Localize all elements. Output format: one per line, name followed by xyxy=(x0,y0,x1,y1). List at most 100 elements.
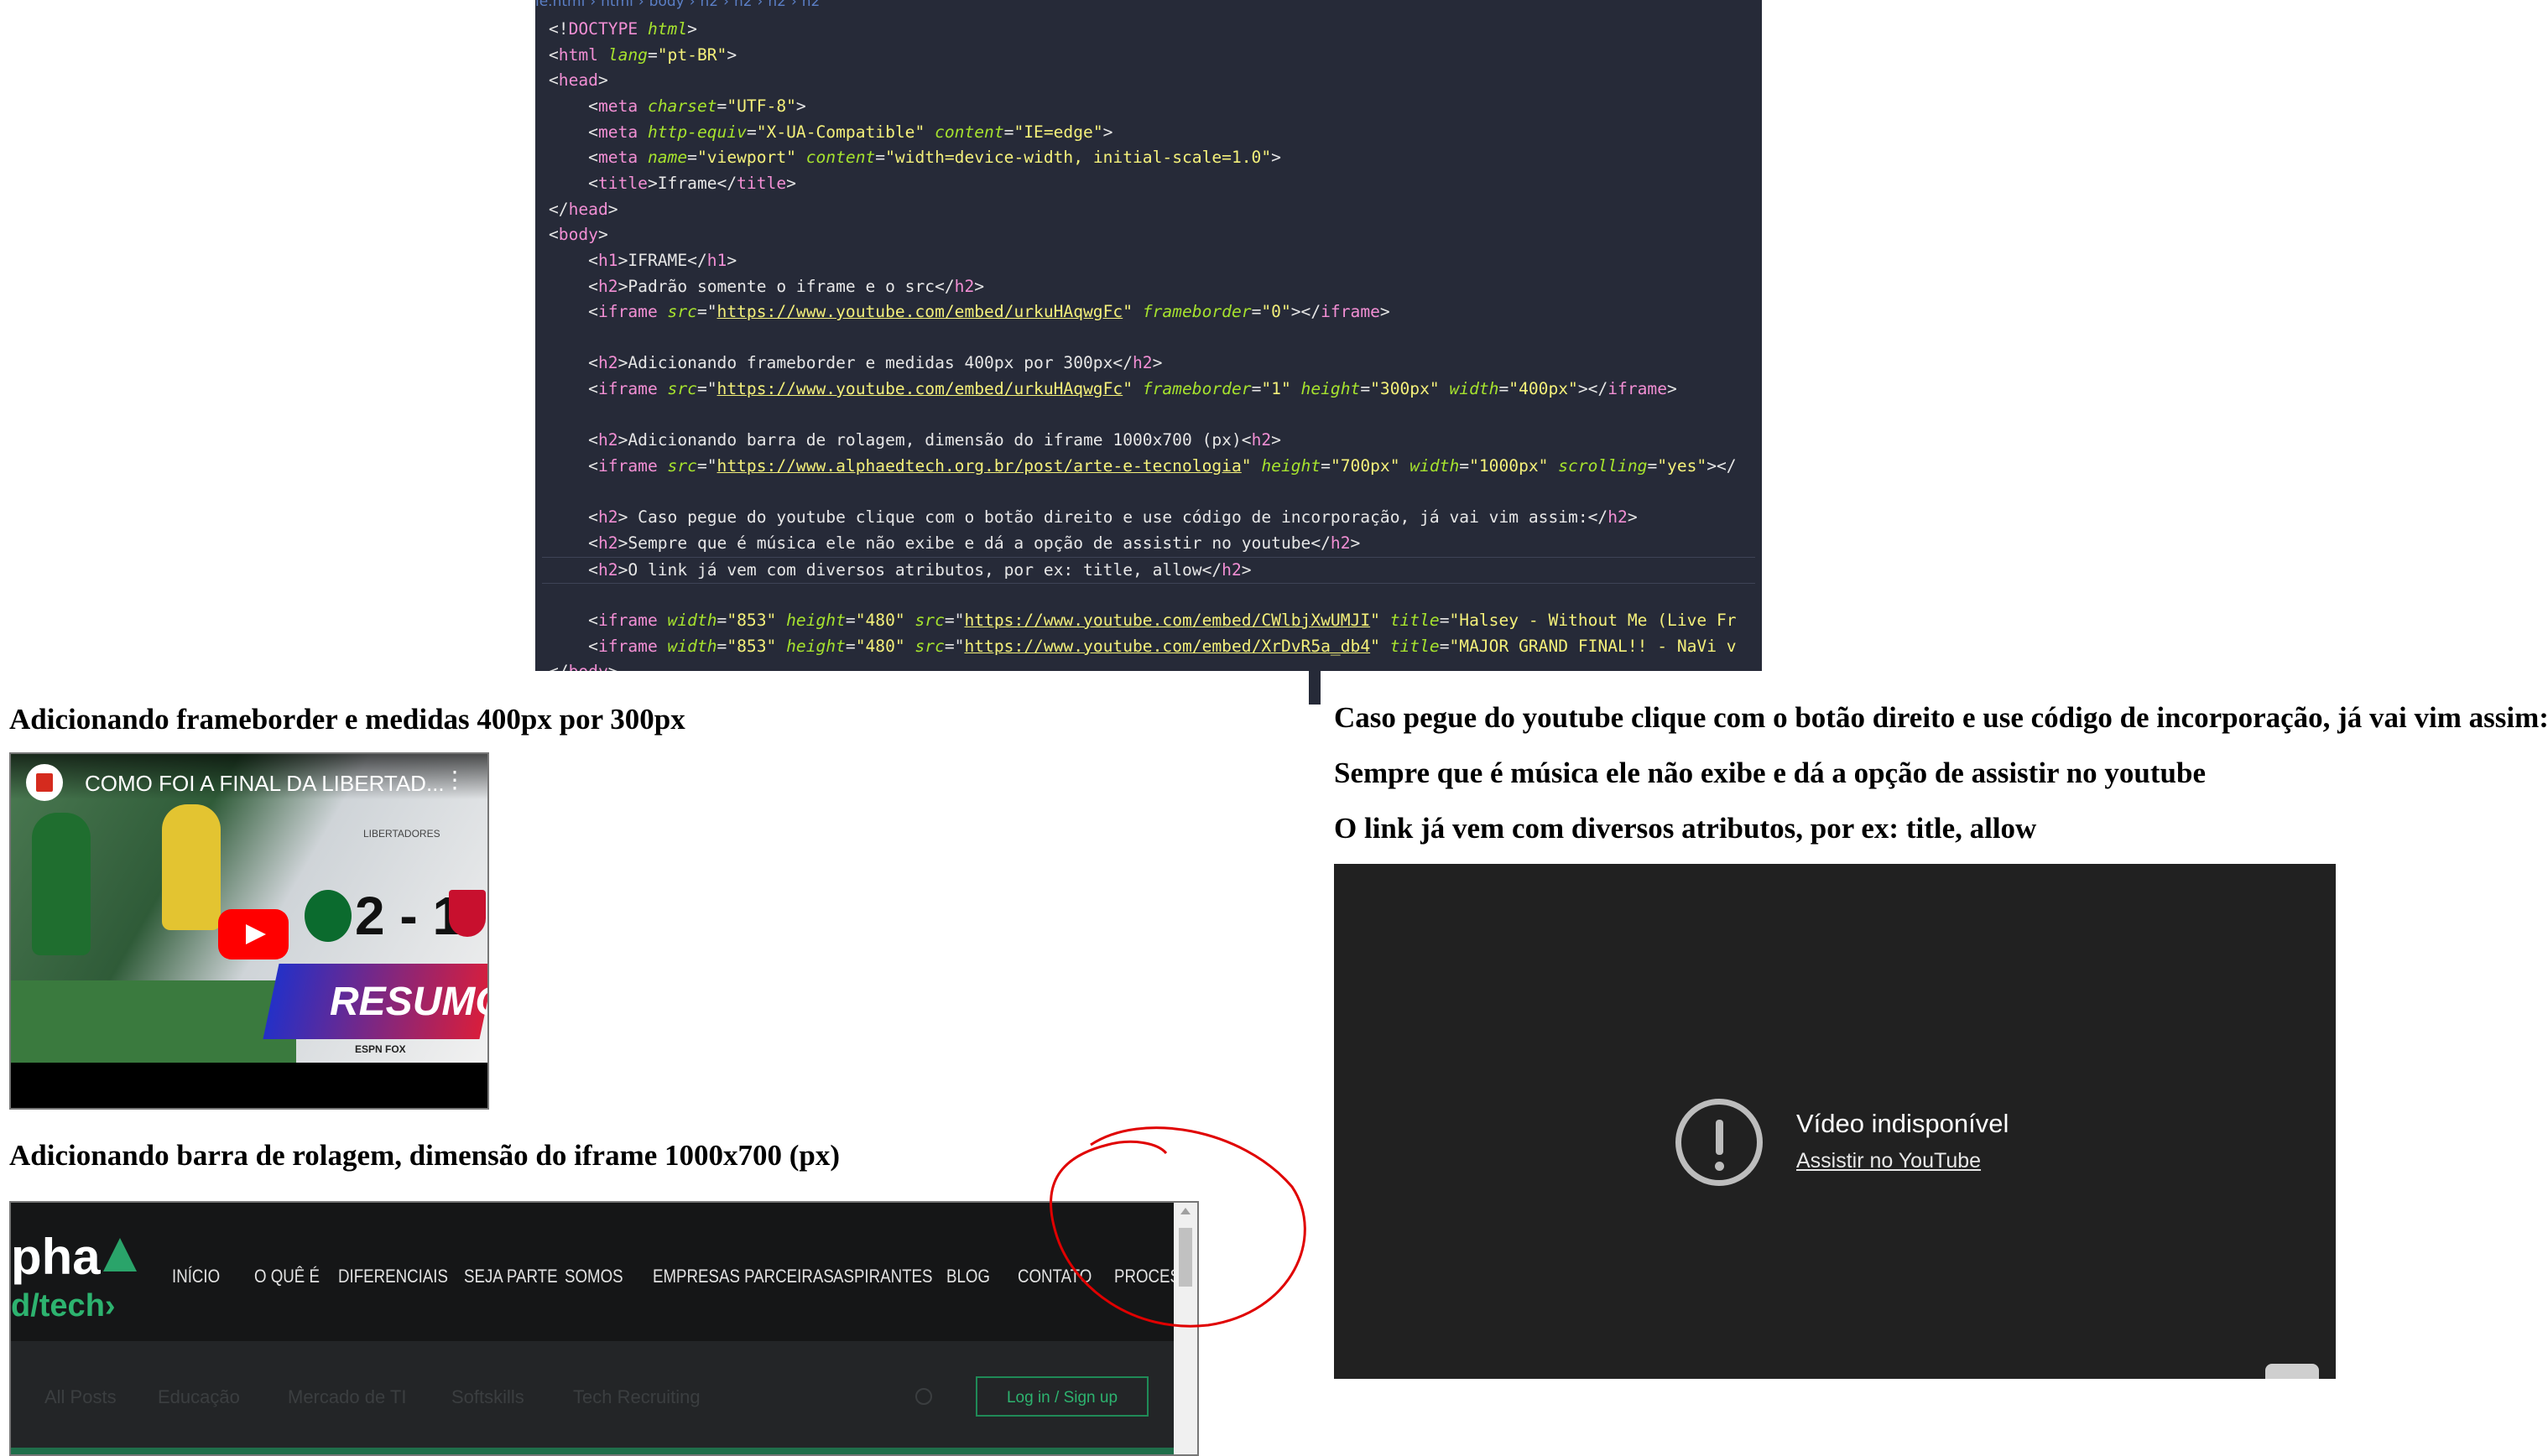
code-token: h2 xyxy=(597,353,618,373)
heading-attributes: O link já vem com diversos atributos, po… xyxy=(1334,812,2037,845)
code-line[interactable]: </body> xyxy=(549,659,618,671)
breadcrumb-separator-icon: › xyxy=(790,0,797,10)
breadcrumb-item[interactable]: h2 xyxy=(802,0,821,10)
code-token: ></ xyxy=(1706,456,1737,476)
breadcrumb-item[interactable]: body xyxy=(649,0,685,10)
code-line[interactable]: <h2>Adicionando frameborder e medidas 40… xyxy=(549,351,1162,376)
site-nav-item[interactable]: DIFERENCIAIS xyxy=(338,1266,448,1287)
code-token: > xyxy=(608,662,618,671)
code-token: > xyxy=(974,276,985,296)
heading-frameborder: Adicionando frameborder e medidas 400px … xyxy=(9,703,685,736)
code-line[interactable]: <meta charset="UTF-8"> xyxy=(549,94,806,119)
breadcrumb-item[interactable]: h2 xyxy=(768,0,786,10)
code-token: https://www.youtube.com/embed/urkuHAqwgF… xyxy=(716,302,1123,322)
code-token: < xyxy=(549,250,598,270)
code-token: = xyxy=(1251,379,1262,399)
code-token: < xyxy=(549,173,598,193)
code-line[interactable]: <iframe src="https://www.alphaedtech.org… xyxy=(549,454,1737,479)
search-icon[interactable] xyxy=(915,1388,932,1405)
code-token: = xyxy=(687,148,697,168)
youtube-embed-frame[interactable]: LIBERTADORES 2 - 1 RESUMO ESPN FOX COMO … xyxy=(9,752,489,1110)
code-line[interactable]: <iframe width="853" height="480" src="ht… xyxy=(549,634,1737,659)
blog-category-bar: All Posts Educação Mercado de TI Softskills… xyxy=(11,1341,1174,1454)
code-line[interactable]: <h2> Caso pegue do youtube clique com o … xyxy=(549,505,1637,530)
blog-category-item[interactable]: Tech Recruiting xyxy=(573,1386,701,1408)
blog-category-item[interactable]: Educação xyxy=(158,1386,240,1408)
breadcrumb-item[interactable]: h2 xyxy=(701,0,719,10)
code-token: html xyxy=(638,19,688,39)
code-token: frameborder xyxy=(1133,379,1252,399)
breadcrumb-item[interactable]: html xyxy=(601,0,633,10)
breadcrumb-item[interactable]: le.html xyxy=(535,0,585,10)
video-title[interactable]: COMO FOI A FINAL DA LIBERTAD... xyxy=(85,771,445,797)
code-line[interactable]: <iframe src="https://www.youtube.com/emb… xyxy=(549,377,1677,402)
code-token: iframe xyxy=(1607,379,1668,399)
code-line[interactable]: <h2>Padrão somente o iframe e o src</h2> xyxy=(549,274,984,299)
code-line[interactable]: <!DOCTYPE html> xyxy=(549,17,697,42)
site-nav-item[interactable]: INÍCIO xyxy=(172,1266,220,1287)
code-token: h2 xyxy=(597,559,618,580)
pitch-area xyxy=(11,980,296,1063)
code-token: = xyxy=(1647,456,1658,476)
code-line[interactable]: <meta name="viewport" content="width=dev… xyxy=(549,145,1281,170)
site-logo[interactable]: pha xyxy=(11,1228,101,1286)
code-token: "480" xyxy=(855,636,905,656)
code-token: = xyxy=(1498,379,1509,399)
code-token: "300px" xyxy=(1370,379,1440,399)
code-token: < xyxy=(549,610,598,630)
code-line[interactable]: <meta http-equiv="X-UA-Compatible" conte… xyxy=(549,120,1112,145)
code-token: h2 xyxy=(954,276,975,296)
code-token: = xyxy=(716,610,727,630)
code-line[interactable]: <h1>IFRAME</h1> xyxy=(549,248,737,273)
code-token: = xyxy=(1439,610,1450,630)
more-options-icon[interactable]: ⋮ xyxy=(443,766,466,793)
code-token: "MAJOR GRAND FINAL!! - NaVi v xyxy=(1449,636,1737,656)
code-line[interactable]: </head> xyxy=(549,197,618,222)
code-token: width xyxy=(657,636,717,656)
code-line[interactable]: <h2>Sempre que é música ele não exibe e … xyxy=(549,531,1360,556)
code-line[interactable]: <iframe width="853" height="480" src="ht… xyxy=(549,608,1736,633)
code-token: h1 xyxy=(706,250,727,270)
code-token: https://www.youtube.com/embed/CWlbjXwUMJ… xyxy=(964,610,1371,630)
code-token: = xyxy=(1003,122,1014,142)
code-token: iframe xyxy=(1321,302,1380,322)
site-nav-item[interactable]: ASPIRANTES xyxy=(833,1266,932,1287)
code-line[interactable]: <h2>Adicionando barra de rolagem, dimens… xyxy=(549,428,1281,453)
code-token: "853" xyxy=(727,636,777,656)
code-token: = xyxy=(1459,456,1470,476)
youtube-logo-icon[interactable] xyxy=(2265,1364,2319,1379)
alphaedtech-embed-frame[interactable]: pha d/tech› INÍCIO O QUÊ É DIFERENCIAIS SEJ… xyxy=(9,1201,1199,1456)
watch-on-youtube-link[interactable]: Assistir no YouTube xyxy=(1796,1149,1981,1173)
play-button-icon[interactable] xyxy=(218,909,289,959)
code-line[interactable]: <html lang="pt-BR"> xyxy=(549,43,737,68)
video-title-bar: COMO FOI A FINAL DA LIBERTAD... ⋮ xyxy=(11,754,487,801)
code-line[interactable]: <head> xyxy=(549,68,608,93)
code-token: = xyxy=(716,636,727,656)
blog-category-item[interactable]: Softskills xyxy=(451,1386,524,1408)
blog-category-item[interactable]: Mercado de TI xyxy=(288,1386,406,1408)
site-nav-item[interactable]: SEJA PARTE xyxy=(464,1266,558,1287)
code-token: " xyxy=(1123,302,1133,322)
site-nav-item[interactable]: SOMOS xyxy=(565,1266,623,1287)
breadcrumb-item[interactable]: h2 xyxy=(734,0,753,10)
code-token: =" xyxy=(696,379,717,399)
unavailable-video-frame[interactable]: Vídeo indisponível Assistir no YouTube xyxy=(1334,864,2336,1379)
site-nav-item[interactable]: BLOG xyxy=(946,1266,990,1287)
broadcaster-logos: ESPN FOX xyxy=(355,1043,406,1055)
code-token: > xyxy=(607,199,618,219)
code-token: = xyxy=(647,44,658,65)
code-token: = xyxy=(716,96,727,116)
code-token: " xyxy=(1370,610,1380,630)
code-line[interactable]: <h2>O link já vem com diversos atributos… xyxy=(542,556,1755,584)
code-line[interactable]: <iframe src="https://www.youtube.com/emb… xyxy=(549,299,1390,325)
site-nav-item[interactable]: O QUÊ É xyxy=(254,1266,320,1287)
channel-avatar-icon[interactable] xyxy=(26,764,63,801)
code-token: > xyxy=(1241,559,1252,580)
code-line[interactable]: <title>Iframe</title> xyxy=(549,171,796,196)
code-token: scrolling xyxy=(1548,456,1648,476)
code-line[interactable]: <body> xyxy=(549,222,608,247)
login-signup-button[interactable]: Log in / Sign up xyxy=(976,1376,1149,1417)
code-token: height xyxy=(776,610,846,630)
site-nav-item[interactable]: EMPRESAS PARCEIRAS xyxy=(653,1266,834,1287)
blog-category-item[interactable]: All Posts xyxy=(44,1386,117,1408)
